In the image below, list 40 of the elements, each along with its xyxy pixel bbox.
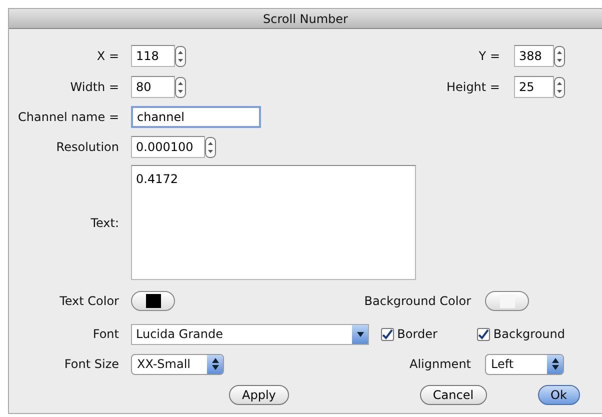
- input-field[interactable]: 80: [131, 76, 175, 98]
- input-field[interactable]: 0.000100: [131, 136, 205, 158]
- field-label: Height =: [446, 79, 500, 96]
- color-well[interactable]: [131, 291, 175, 311]
- stepper[interactable]: [205, 136, 216, 158]
- field-label: Width =: [69, 79, 119, 96]
- color-well[interactable]: [485, 291, 529, 311]
- checkbox-label: Background: [493, 326, 565, 343]
- button[interactable]: Apply: [229, 385, 289, 405]
- checkbox-label: Border: [397, 326, 438, 343]
- field-label: Font: [92, 326, 119, 343]
- font-size-select[interactable]: XX-Small: [131, 354, 224, 374]
- field-label: Text Color: [58, 293, 119, 310]
- checkbox[interactable]: [381, 328, 394, 340]
- field-label: Channel name =: [17, 109, 119, 126]
- input-field[interactable]: channel: [131, 106, 261, 128]
- window-title: Scroll Number: [263, 12, 348, 26]
- checkbox[interactable]: [477, 328, 490, 340]
- button[interactable]: Ok: [538, 385, 580, 405]
- text-area[interactable]: 0.4172: [131, 165, 416, 280]
- button[interactable]: Cancel: [420, 385, 487, 405]
- field-label: Alignment: [410, 356, 471, 373]
- field-label: Y =: [478, 48, 500, 65]
- field-label: Text:: [90, 214, 119, 232]
- alignment-select[interactable]: Left: [485, 354, 564, 374]
- field-label: Background Color: [364, 293, 471, 310]
- font-combo-box[interactable]: Lucida Grande: [131, 324, 370, 344]
- stepper[interactable]: [175, 76, 186, 98]
- stepper[interactable]: [554, 46, 565, 66]
- dropdown-arrow-icon: [356, 332, 364, 336]
- field-label: Font Size: [63, 356, 119, 373]
- input-field[interactable]: 25: [514, 76, 554, 98]
- field-label: Resolution: [55, 139, 119, 156]
- updown-arrows-icon: [212, 358, 218, 370]
- stepper[interactable]: [554, 76, 565, 98]
- stepper[interactable]: [175, 46, 186, 66]
- input-field[interactable]: 118: [131, 45, 175, 67]
- updown-arrows-icon: [552, 358, 558, 370]
- input-field[interactable]: 388: [514, 45, 554, 67]
- field-label: X =: [96, 48, 119, 65]
